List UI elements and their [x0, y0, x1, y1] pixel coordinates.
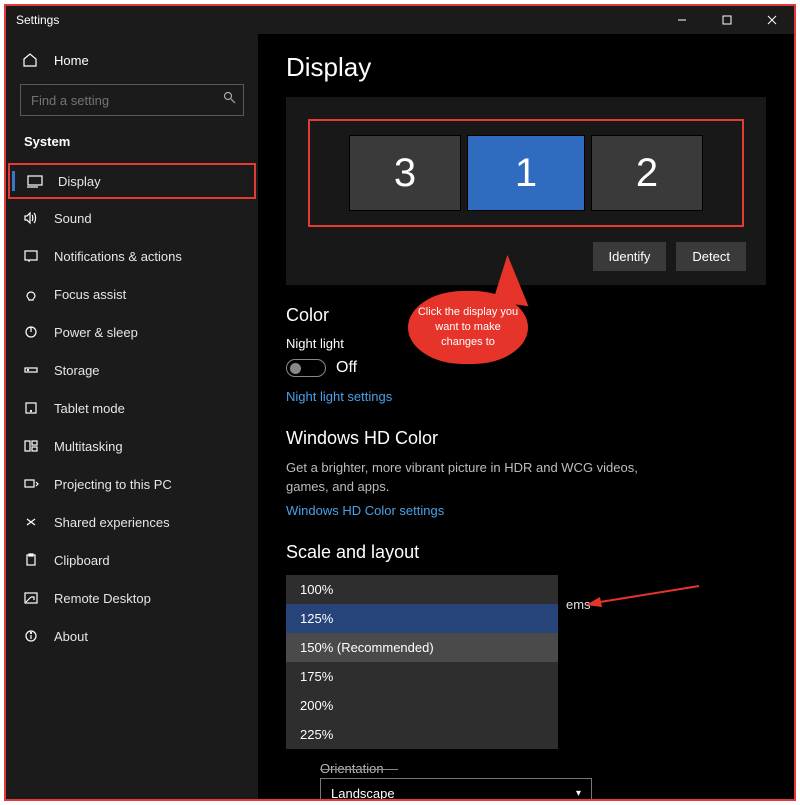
sidebar: Home System Display	[6, 34, 258, 799]
scale-option[interactable]: 175%	[286, 662, 558, 691]
monitor-3[interactable]: 3	[349, 135, 461, 211]
scale-option[interactable]: 100%	[286, 575, 558, 604]
orientation-label: Orientation	[320, 761, 384, 776]
home-icon	[22, 52, 40, 68]
maximize-button[interactable]	[704, 6, 749, 34]
monitor-2[interactable]: 2	[591, 135, 703, 211]
hd-heading: Windows HD Color	[286, 428, 766, 449]
scale-option[interactable]: 225%	[286, 720, 558, 749]
chevron-down-icon: ▾	[576, 788, 581, 799]
shared-icon	[22, 515, 40, 529]
sidebar-item-label: Power & sleep	[54, 325, 138, 340]
focus-assist-icon	[22, 287, 40, 301]
annotation-arrow	[584, 581, 704, 611]
sidebar-item-display[interactable]: Display	[8, 163, 256, 199]
sidebar-item-notifications[interactable]: Notifications & actions	[6, 237, 258, 275]
sidebar-item-label: Tablet mode	[54, 401, 125, 416]
sidebar-item-label: Focus assist	[54, 287, 126, 302]
sidebar-item-storage[interactable]: Storage	[6, 351, 258, 389]
projecting-icon	[22, 477, 40, 491]
storage-icon	[22, 363, 40, 377]
window-buttons	[659, 6, 794, 34]
minimize-button[interactable]	[659, 6, 704, 34]
night-light-label: Night light	[286, 336, 766, 351]
search-container	[6, 76, 258, 124]
about-icon	[22, 629, 40, 643]
sidebar-item-label: Shared experiences	[54, 515, 170, 530]
sidebar-item-clipboard[interactable]: Clipboard	[6, 541, 258, 579]
sidebar-item-label: Storage	[54, 363, 100, 378]
main-panel: Display 3 1 2 Identify Detect Color Nigh…	[258, 34, 794, 799]
clipboard-icon	[22, 553, 40, 567]
sidebar-item-remote[interactable]: Remote Desktop	[6, 579, 258, 617]
detect-button[interactable]: Detect	[676, 242, 746, 271]
sidebar-item-tablet[interactable]: Tablet mode	[6, 389, 258, 427]
sidebar-item-label: Remote Desktop	[54, 591, 151, 606]
sound-icon	[22, 211, 40, 225]
sidebar-home-label: Home	[54, 53, 89, 68]
orientation-value: Landscape	[331, 786, 395, 801]
close-button[interactable]	[749, 6, 794, 34]
multitasking-icon	[22, 439, 40, 453]
scale-option[interactable]: 150% (Recommended)	[286, 633, 558, 662]
power-icon	[22, 325, 40, 339]
sidebar-item-focus-assist[interactable]: Focus assist	[6, 275, 258, 313]
scale-option[interactable]: 125%	[286, 604, 558, 633]
page-title: Display	[286, 52, 766, 83]
tablet-icon	[22, 401, 40, 415]
titlebar: Settings	[6, 6, 794, 34]
scale-option[interactable]: 200%	[286, 691, 558, 720]
search-icon	[223, 91, 236, 107]
identify-button[interactable]: Identify	[593, 242, 667, 271]
sidebar-item-power[interactable]: Power & sleep	[6, 313, 258, 351]
sidebar-home[interactable]: Home	[6, 44, 258, 76]
annotation-callout: Click the display you want to make chang…	[408, 291, 528, 364]
night-light-state: Off	[336, 359, 357, 377]
annotation-monitor-outline: 3 1 2	[308, 119, 744, 227]
scale-dropdown-open[interactable]: 100% 125% 150% (Recommended) 175% 200% 2…	[286, 575, 558, 749]
search-input[interactable]	[20, 84, 244, 116]
hd-description: Get a brighter, more vibrant picture in …	[286, 459, 666, 497]
sidebar-item-shared[interactable]: Shared experiences	[6, 503, 258, 541]
sidebar-item-projecting[interactable]: Projecting to this PC	[6, 465, 258, 503]
sidebar-item-label: Multitasking	[54, 439, 123, 454]
sidebar-item-sound[interactable]: Sound	[6, 199, 258, 237]
hd-settings-link[interactable]: Windows HD Color settings	[286, 503, 444, 518]
display-icon	[26, 174, 44, 188]
sidebar-item-label: Clipboard	[54, 553, 110, 568]
night-light-settings-link[interactable]: Night light settings	[286, 389, 392, 404]
sidebar-nav: Display Sound Notifications & actions	[6, 157, 258, 655]
orientation-select[interactable]: Landscape ▾	[320, 778, 592, 801]
sidebar-item-label: About	[54, 629, 88, 644]
sidebar-item-multitasking[interactable]: Multitasking	[6, 427, 258, 465]
settings-window: Settings Home	[4, 4, 796, 801]
window-title: Settings	[16, 13, 59, 27]
sidebar-item-label: Sound	[54, 211, 92, 226]
sidebar-section-title: System	[6, 124, 258, 157]
night-light-toggle[interactable]	[286, 359, 326, 377]
sidebar-item-label: Notifications & actions	[54, 249, 182, 264]
remote-desktop-icon	[22, 591, 40, 605]
monitor-1[interactable]: 1	[467, 135, 585, 211]
sidebar-item-about[interactable]: About	[6, 617, 258, 655]
notifications-icon	[22, 249, 40, 263]
sidebar-item-label: Display	[58, 174, 101, 189]
scale-heading: Scale and layout	[286, 542, 766, 563]
sidebar-item-label: Projecting to this PC	[54, 477, 172, 492]
